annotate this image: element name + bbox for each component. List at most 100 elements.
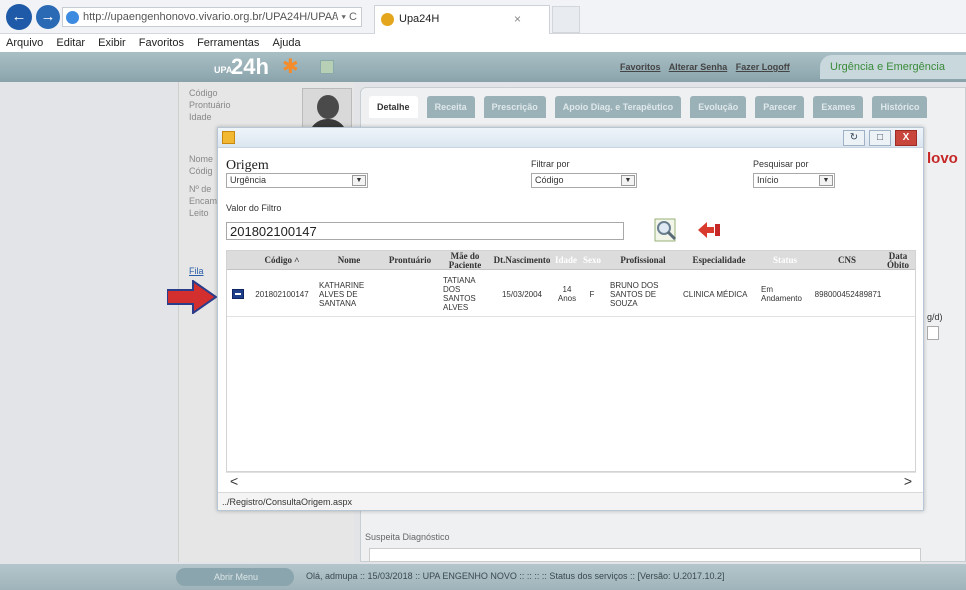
browser-toolbar: ← → http://upaengenhonovo.vivario.org.br… xyxy=(0,0,966,34)
tab-prescricao[interactable]: Prescrição xyxy=(483,96,546,118)
menu-ajuda[interactable]: Ajuda xyxy=(272,37,300,49)
cell-codigo: 201802100147 xyxy=(255,289,309,299)
app-header: UPA 24h ✱ Favoritos Alterar Senha Fazer … xyxy=(0,52,966,82)
chevron-down-icon: ▼ xyxy=(819,175,833,186)
col-mae[interactable]: Mãe do Paciente xyxy=(439,251,491,270)
col-prontuario[interactable]: Prontuário xyxy=(382,251,438,270)
side-input[interactable] xyxy=(927,326,939,340)
cell-mae: TATIANA DOS SANTOS ALVES xyxy=(443,276,476,312)
cell-nascimento: 15/03/2004 xyxy=(501,289,543,299)
logoff-link[interactable]: Fazer Logoff xyxy=(736,62,790,72)
app-logo: UPA 24h ✱ xyxy=(196,54,336,82)
label-encam: Encam xyxy=(189,196,218,206)
col-sexo[interactable]: Sexo xyxy=(580,251,604,270)
tab-title: Upa24H xyxy=(399,13,440,25)
filtrar-value: Código xyxy=(535,175,564,185)
tab-historico[interactable]: Histórico xyxy=(872,96,928,118)
col-status[interactable]: Status xyxy=(759,251,811,270)
origem-value: Urgência xyxy=(230,175,267,185)
dialog-icon xyxy=(222,131,235,144)
cell-nome: KATHARINE ALVES DE SANTANA xyxy=(319,280,365,308)
status-text: Olá, admupa :: 15/03/2018 :: UPA ENGENHO… xyxy=(306,571,725,581)
cell-idade: 14 Anos xyxy=(557,285,577,303)
favoritos-link[interactable]: Favoritos xyxy=(620,62,661,72)
fila-link[interactable]: Fila xyxy=(189,266,204,276)
novo-heading: lovo xyxy=(927,150,958,167)
alterar-senha-link[interactable]: Alterar Senha xyxy=(669,62,728,72)
refresh-button[interactable]: ↻ xyxy=(843,130,865,146)
side-snippet: g/d) xyxy=(927,312,943,322)
valor-filtro-label: Valor do Filtro xyxy=(226,203,282,213)
cell-especialidade: CLINICA MÉDICA xyxy=(683,289,748,299)
label-codigo-2: Códig xyxy=(189,166,213,176)
filtrar-select[interactable]: Código ▼ xyxy=(531,173,637,188)
col-profissional[interactable]: Profissional xyxy=(607,251,679,270)
label-nome: Nome xyxy=(189,154,214,164)
app-status-bar: Abrir Menu Olá, admupa :: 15/03/2018 :: … xyxy=(0,564,966,590)
scroll-left-icon[interactable]: < xyxy=(230,473,238,489)
cell-cns: 898000452489871 xyxy=(814,289,882,299)
col-especialidade[interactable]: Especialidade xyxy=(682,251,756,270)
browser-tab[interactable]: Upa24H × xyxy=(374,5,550,34)
table-row[interactable]: 201802100147 KATHARINE ALVES DE SANTANA … xyxy=(227,271,915,317)
col-nome[interactable]: Nome xyxy=(319,251,379,270)
tab-evolucao[interactable]: Evolução xyxy=(690,96,747,118)
col-cns[interactable]: CNS xyxy=(813,251,881,270)
top-links: Favoritos Alterar Senha Fazer Logoff xyxy=(620,62,796,72)
ie-icon xyxy=(66,11,79,24)
consulta-origem-dialog: ↻ □ X Origem Urgência ▼ Filtrar por Códi… xyxy=(217,127,924,511)
col-idade[interactable]: Idade xyxy=(552,251,580,270)
tab-receita[interactable]: Receita xyxy=(426,96,475,118)
label-leito: Leito xyxy=(189,208,209,218)
address-url: http://upaengenhonovo.vivario.org.br/UPA… xyxy=(83,11,339,23)
tab-exames[interactable]: Exames xyxy=(813,96,864,118)
label-prontuario: Prontuário xyxy=(189,100,231,110)
origem-label: Origem xyxy=(226,158,269,173)
address-controls[interactable]: ⌕ ▾ C xyxy=(332,8,357,26)
tab-close-button[interactable]: × xyxy=(514,6,521,32)
menu-arquivo[interactable]: Arquivo xyxy=(6,37,43,49)
cell-profissional: BRUNO DOS SANTOS DE SOUZA xyxy=(610,280,659,308)
menu-editar[interactable]: Editar xyxy=(56,37,85,49)
tab-detalhe[interactable]: Detalhe xyxy=(369,96,418,118)
pesquisar-value: Início xyxy=(757,175,779,185)
tab-parecer[interactable]: Parecer xyxy=(755,96,805,118)
col-nascimento[interactable]: Dt.Nascimento xyxy=(492,251,552,270)
back-button[interactable]: ← xyxy=(6,4,32,30)
pointer-arrow-icon xyxy=(167,280,217,314)
dialog-titlebar[interactable]: ↻ □ X xyxy=(218,128,923,148)
scroll-right-icon[interactable]: > xyxy=(904,473,912,489)
origem-select[interactable]: Urgência ▼ xyxy=(226,173,368,188)
logo-square-icon xyxy=(320,60,334,74)
suspeita-label: Suspeita Diagnóstico xyxy=(365,532,450,542)
menu-exibir[interactable]: Exibir xyxy=(98,37,126,49)
exit-arrow-icon[interactable] xyxy=(696,219,722,241)
select-row-icon[interactable] xyxy=(232,289,244,299)
pesquisar-select[interactable]: Início ▼ xyxy=(753,173,835,188)
abrir-menu-button[interactable]: Abrir Menu xyxy=(176,568,294,586)
cell-prontuario xyxy=(382,271,438,317)
menu-favoritos[interactable]: Favoritos xyxy=(139,37,184,49)
col-codigo[interactable]: Código ˄ xyxy=(247,251,317,270)
search-icon[interactable] xyxy=(652,216,680,244)
tab-apoio[interactable]: Apoio Diag. e Terapêutico xyxy=(554,96,682,118)
new-tab-button[interactable] xyxy=(552,6,580,33)
close-button[interactable]: X xyxy=(895,130,917,146)
label-codigo: Código xyxy=(189,88,218,98)
maximize-button[interactable]: □ xyxy=(869,130,891,146)
dialog-status-path: ../Registro/ConsultaOrigem.aspx xyxy=(218,492,923,510)
address-bar[interactable]: http://upaengenhonovo.vivario.org.br/UPA… xyxy=(62,7,362,27)
menu-bar: Arquivo Editar Exibir Favoritos Ferramen… xyxy=(0,34,966,52)
pesquisar-label: Pesquisar por xyxy=(753,159,809,169)
chevron-down-icon: ▼ xyxy=(621,175,635,186)
main-tabs: Detalhe Receita Prescrição Apoio Diag. e… xyxy=(369,96,933,120)
col-obito[interactable]: Data Óbito xyxy=(883,251,913,270)
valor-filtro-input[interactable] xyxy=(226,222,624,240)
logo-24h-text: 24h xyxy=(231,54,269,79)
menu-ferramentas[interactable]: Ferramentas xyxy=(197,37,259,49)
suspeita-field[interactable] xyxy=(369,548,921,562)
cell-sexo: F xyxy=(589,289,595,299)
horizontal-scrollbar[interactable]: < > xyxy=(226,472,916,489)
logo-star-icon: ✱ xyxy=(282,56,299,78)
forward-button[interactable]: → xyxy=(36,5,60,29)
